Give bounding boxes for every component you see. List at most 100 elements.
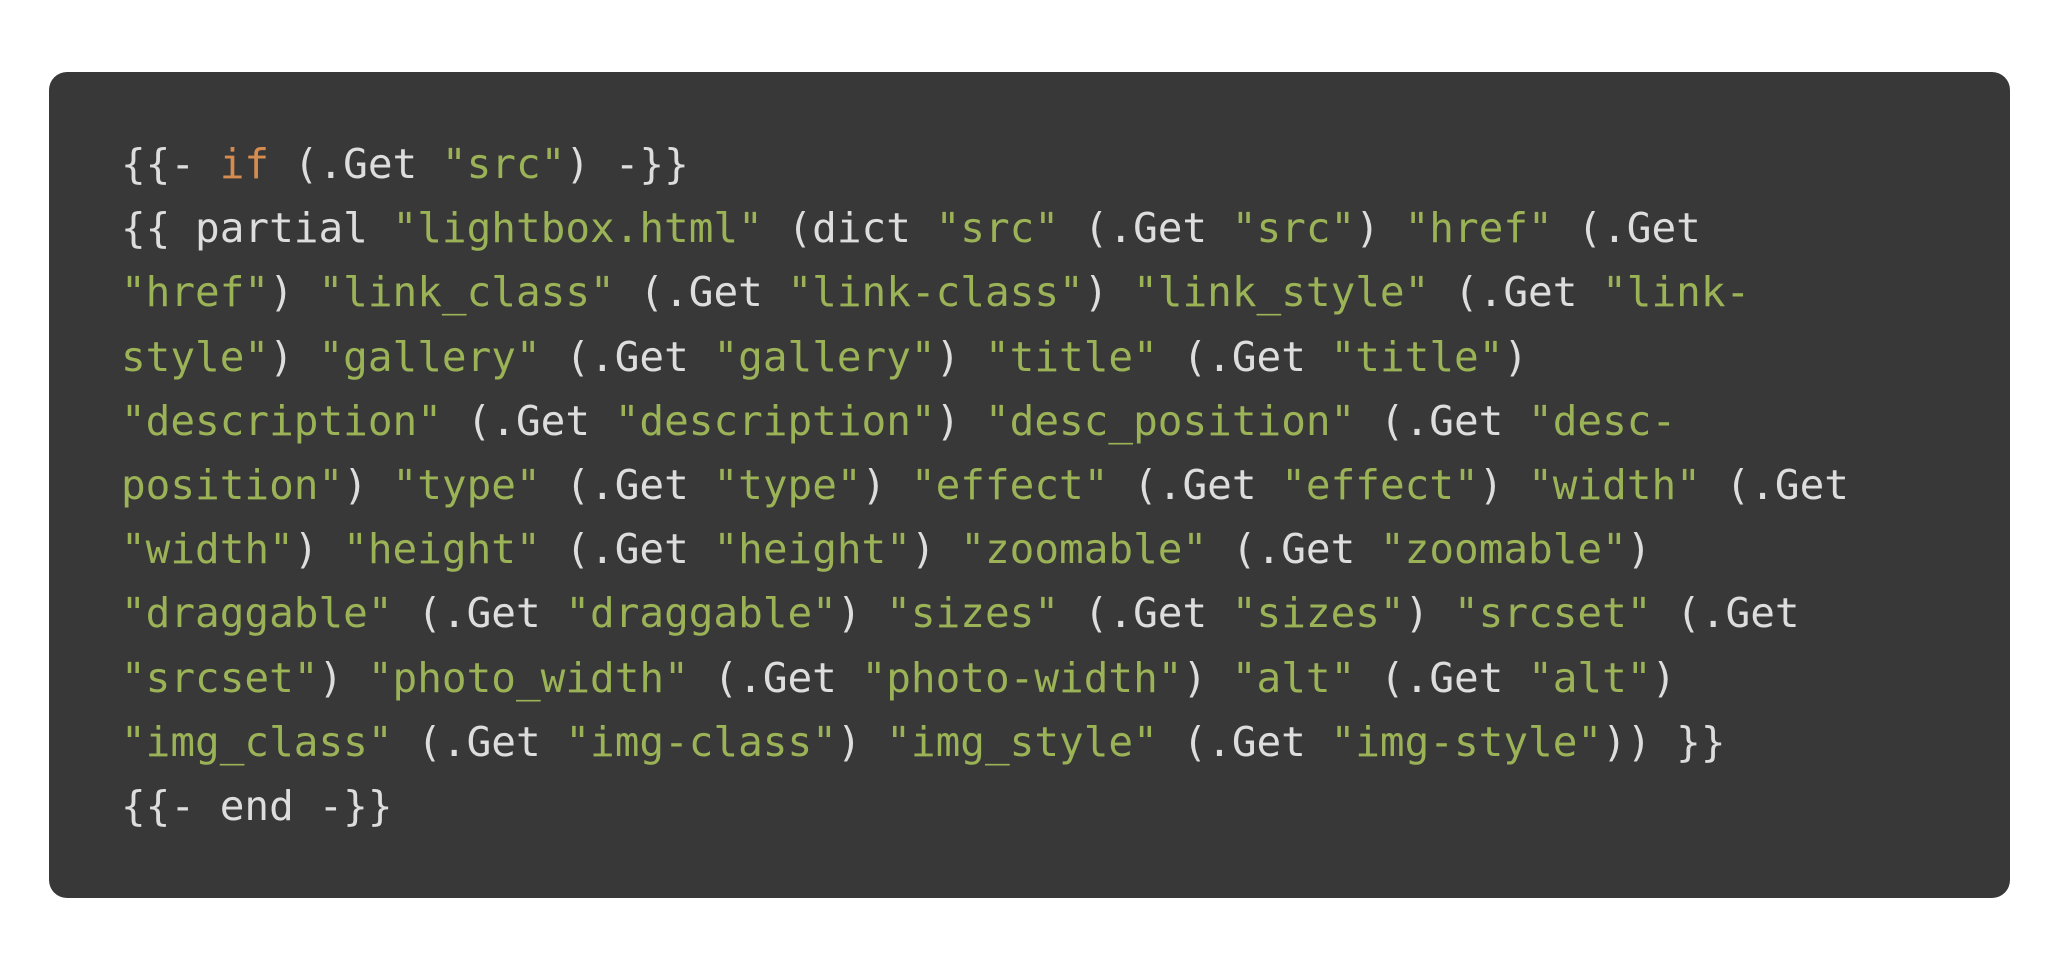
code-token: ) [836, 589, 887, 638]
code-token: (.Get [269, 140, 442, 188]
code-token: ) [293, 525, 344, 574]
code-string: "desc_position" [984, 396, 1356, 445]
code-string: "height" [713, 525, 911, 574]
code-token: ) [343, 460, 393, 509]
code-token: (.Get [540, 460, 714, 509]
code-string: "img_style" [886, 717, 1158, 766]
code-line: {{- if (.Get "src") -}} [121, 132, 2010, 196]
code-string: "draggable" [565, 589, 837, 638]
code-string: "description" [614, 396, 936, 445]
code-string: "desc- [1528, 396, 1677, 445]
code-token: (.Get [1207, 525, 1380, 574]
code-token: {{- end -}} [121, 781, 393, 830]
code-string: style" [121, 332, 270, 381]
code-token: ) [861, 460, 911, 509]
code-token: ) [1626, 525, 1652, 574]
code-string: "src" [1231, 204, 1356, 253]
code-token: ) [269, 332, 319, 381]
code-line: "srcset") "photo_width" (.Get "photo-wid… [121, 646, 2010, 710]
code-string: "description" [121, 396, 442, 445]
code-token: (.Get [614, 268, 788, 317]
code-token: ) [910, 525, 961, 574]
code-token: (dict [762, 204, 936, 253]
code-string: "photo_width" [367, 653, 689, 702]
code-token: (.Get [540, 332, 714, 381]
code-string: "zoomable" [960, 525, 1208, 574]
code-token: (.Get [1059, 589, 1232, 638]
code-token: (.Get [1157, 717, 1331, 766]
code-line: {{ partial "lightbox.html" (dict "src" (… [121, 196, 2010, 260]
code-line: "draggable" (.Get "draggable") "sizes" (… [121, 581, 2010, 645]
code-string: "effect" [910, 460, 1109, 509]
code-content: {{- if (.Get "src") -}}{{ partial "light… [121, 132, 2010, 838]
code-string: "effect" [1281, 460, 1479, 509]
code-token: ) [1083, 268, 1134, 317]
code-string: "link- [1602, 268, 1751, 317]
code-string: "alt" [1528, 653, 1652, 702]
code-token: ) [935, 332, 985, 381]
code-token: (.Get [1059, 204, 1232, 253]
code-string: "gallery" [713, 332, 936, 381]
code-string: "src" [935, 204, 1060, 253]
code-string: "link_class" [318, 268, 615, 317]
code-token: ) [935, 396, 985, 445]
code-token: (.Get [1355, 396, 1529, 445]
code-token: ) -}} [565, 140, 689, 188]
code-string: "lightbox.html" [392, 204, 763, 253]
code-line: "img_class" (.Get "img-class") "img_styl… [121, 710, 2010, 774]
code-string: "img_class" [121, 717, 393, 766]
code-token: (.Get [1552, 204, 1701, 253]
code-line: "description" (.Get "description") "desc… [121, 389, 2010, 453]
code-token: {{- [121, 140, 220, 188]
code-string: "sizes" [1231, 589, 1405, 638]
code-string: "link-class" [787, 268, 1084, 317]
code-line: style") "gallery" (.Get "gallery") "titl… [121, 325, 2010, 389]
code-block: {{- if (.Get "src") -}}{{ partial "light… [49, 72, 2010, 898]
code-token: ) [1503, 332, 1529, 381]
code-string: "type" [392, 460, 541, 509]
code-token: )) }} [1602, 717, 1726, 766]
code-keyword: if [219, 140, 270, 188]
code-token: ) [318, 653, 368, 702]
code-string: "width" [1528, 460, 1701, 509]
code-token: (.Get [1157, 332, 1331, 381]
code-string: "width" [121, 525, 294, 574]
code-token: (.Get [688, 653, 862, 702]
code-token: (.Get [392, 589, 566, 638]
code-token: ) [1651, 653, 1677, 702]
code-line: {{- end -}} [121, 774, 2010, 838]
code-token: (.Get [1700, 460, 1849, 509]
code-string: "zoomable" [1379, 525, 1627, 574]
code-string: "src" [441, 140, 566, 188]
code-token: ) [269, 268, 319, 317]
code-string: "alt" [1231, 653, 1356, 702]
code-token: ) [1355, 204, 1405, 253]
code-string: "height" [343, 525, 541, 574]
code-string: "srcset" [1454, 589, 1652, 638]
code-token: (.Get [540, 525, 714, 574]
code-string: "title" [985, 332, 1158, 381]
code-string: "img-class" [565, 717, 837, 766]
code-string: "img-style" [1330, 717, 1603, 766]
code-string: "href" [121, 268, 270, 317]
code-string: "photo-width" [861, 653, 1183, 702]
code-token: (.Get [1108, 460, 1282, 509]
code-string: "draggable" [121, 589, 393, 638]
code-string: "srcset" [121, 653, 319, 702]
code-line: "href") "link_class" (.Get "link-class")… [121, 260, 2010, 324]
code-token: ) [1182, 653, 1232, 702]
code-token: (.Get [1651, 589, 1800, 638]
code-string: "gallery" [318, 332, 541, 381]
code-string: "type" [713, 460, 862, 509]
code-string: "sizes" [886, 589, 1060, 638]
code-token: (.Get [1429, 268, 1603, 317]
code-line: "width") "height" (.Get "height") "zooma… [121, 517, 2010, 581]
code-line: position") "type" (.Get "type") "effect"… [121, 453, 2010, 517]
code-token: (.Get [441, 396, 615, 445]
code-string: "href" [1404, 204, 1553, 253]
code-token: ) [1478, 460, 1529, 509]
code-token: (.Get [392, 717, 566, 766]
code-token: ) [1404, 589, 1454, 638]
code-string: position" [121, 460, 344, 509]
code-token: (.Get [1355, 653, 1529, 702]
